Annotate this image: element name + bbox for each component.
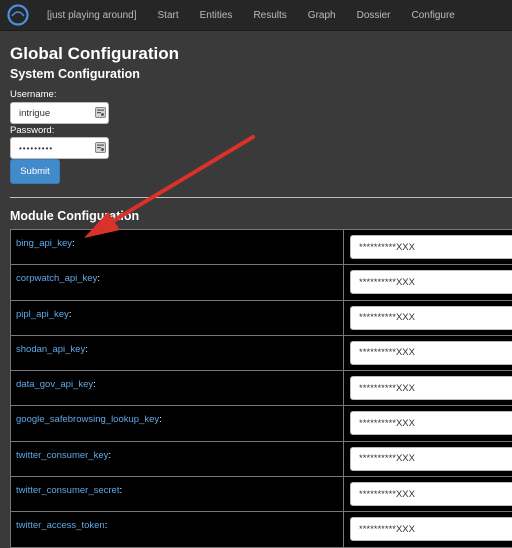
colon: :	[159, 414, 162, 426]
key-cell: shodan_api_key:	[10, 335, 344, 371]
key-cell: pipl_api_key:	[10, 300, 344, 335]
table-row: twitter_consumer_key:	[10, 441, 512, 478]
table-row: data_gov_api_key:	[10, 371, 512, 407]
submit-button[interactable]: Submit	[10, 159, 60, 184]
config-key-link[interactable]: twitter_consumer_secret	[16, 485, 119, 496]
value-cell	[344, 300, 512, 335]
nav-start[interactable]: Start	[158, 10, 179, 21]
nav-configure[interactable]: Configure	[412, 10, 455, 21]
colon: :	[93, 379, 96, 391]
value-cell	[344, 335, 512, 371]
system-config-title: System Configuration	[10, 67, 140, 81]
value-cell	[344, 230, 512, 265]
config-value-input[interactable]	[350, 411, 512, 436]
key-cell: bing_api_key:	[10, 230, 344, 265]
config-key-link[interactable]: google_safebrowsing_lookup_key	[16, 414, 159, 425]
section-divider	[10, 197, 512, 198]
nav-dossier[interactable]: Dossier	[357, 10, 391, 21]
key-cell: google_safebrowsing_lookup_key:	[10, 406, 344, 441]
colon: :	[85, 343, 88, 355]
colon: :	[119, 485, 123, 497]
config-key-link[interactable]: data_gov_api_key	[16, 379, 93, 390]
page-title: Global Configuration	[10, 44, 180, 63]
colon: :	[97, 273, 100, 285]
config-value-input[interactable]	[350, 376, 512, 401]
password-label: Password:	[10, 125, 55, 136]
config-key-link[interactable]: bing_api_key	[16, 238, 72, 249]
nav-entities[interactable]: Entities	[200, 10, 233, 21]
value-cell	[344, 406, 512, 441]
colon: :	[68, 308, 72, 320]
value-cell	[344, 441, 512, 477]
key-cell: twitter_access_token:	[10, 512, 344, 547]
config-key-link[interactable]: pipl_api_key	[16, 309, 69, 320]
table-row: google_safebrowsing_lookup_key:	[10, 406, 512, 442]
nav-menu: [just playing around] Start Entities Res…	[39, 0, 476, 30]
value-cell	[344, 371, 512, 406]
colon: :	[104, 520, 108, 532]
key-cell: twitter_consumer_key:	[10, 441, 344, 477]
top-navbar: [just playing around] Start Entities Res…	[0, 0, 512, 31]
config-key-link[interactable]: twitter_access_token	[16, 520, 105, 531]
value-cell	[344, 512, 512, 547]
table-row: corpwatch_api_key:	[10, 265, 512, 301]
table-row: twitter_access_token:	[10, 512, 512, 548]
username-label: Username:	[10, 89, 57, 100]
nav-project[interactable]: [just playing around]	[47, 10, 137, 21]
colon: :	[72, 238, 75, 249]
key-cell: twitter_consumer_secret:	[10, 477, 344, 512]
table-row: shodan_api_key:	[10, 335, 512, 372]
config-key-link[interactable]: corpwatch_api_key	[16, 273, 97, 284]
table-row: twitter_consumer_secret:	[10, 477, 512, 513]
config-value-input[interactable]	[350, 270, 512, 295]
config-value-input[interactable]	[350, 305, 512, 330]
table-row: pipl_api_key:	[10, 300, 512, 336]
password-manager-icon[interactable]	[95, 142, 106, 153]
password-manager-icon[interactable]	[95, 107, 106, 118]
key-cell: corpwatch_api_key:	[10, 265, 344, 300]
nav-results[interactable]: Results	[253, 10, 286, 21]
nav-graph[interactable]: Graph	[308, 10, 336, 21]
config-value-input[interactable]	[350, 340, 512, 365]
table-row: bing_api_key:	[10, 229, 512, 266]
config-key-link[interactable]: shodan_api_key	[16, 344, 85, 355]
logo-icon[interactable]	[7, 4, 29, 26]
colon: :	[108, 449, 112, 461]
config-key-link[interactable]: twitter_consumer_key	[16, 450, 108, 461]
config-value-input[interactable]	[350, 446, 512, 471]
module-config-title: Module Configuration	[10, 209, 140, 223]
value-cell	[344, 477, 512, 512]
config-value-input[interactable]	[350, 517, 512, 542]
config-value-input[interactable]	[350, 235, 512, 259]
module-config-table: bing_api_key: corpwatch_api_key: pipl_ap…	[10, 229, 512, 548]
config-value-input[interactable]	[350, 482, 512, 507]
key-cell: data_gov_api_key:	[10, 371, 344, 406]
value-cell	[344, 265, 512, 300]
